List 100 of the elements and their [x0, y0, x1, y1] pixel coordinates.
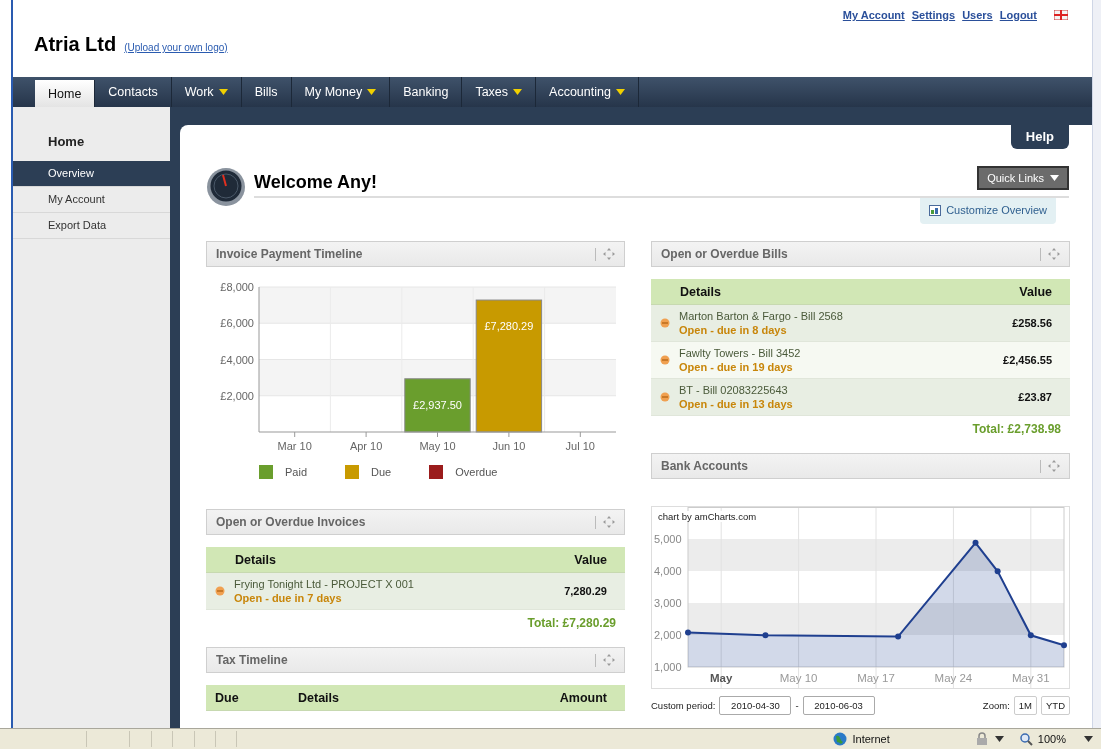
- welcome-heading: Welcome Any!: [254, 172, 378, 193]
- data-point[interactable]: [994, 568, 1001, 575]
- data-point[interactable]: [685, 629, 691, 636]
- globe-icon: [833, 732, 848, 746]
- axis-label: £2,000: [220, 389, 254, 402]
- range-separator: -: [795, 700, 799, 711]
- axis-label: 4,000: [654, 565, 682, 577]
- widget-title: Bank Accounts: [661, 459, 749, 473]
- column-header: Value: [1018, 284, 1052, 299]
- zoom-level[interactable]: 100%: [1037, 733, 1066, 745]
- zoom-label: Zoom:: [982, 700, 1010, 711]
- zoom-icon[interactable]: [1019, 732, 1033, 746]
- axis-label: 5,000: [654, 533, 682, 545]
- item-value: £258.56: [1012, 317, 1052, 329]
- item-status: Open - due in 13 days: [679, 398, 794, 410]
- caret-icon: [994, 736, 1004, 742]
- zone-label: Internet: [852, 733, 890, 745]
- data-point[interactable]: [972, 539, 979, 546]
- legend-label: Overdue: [455, 466, 498, 478]
- axis-label: 3,000: [654, 597, 682, 609]
- gauge-icon: [206, 166, 246, 208]
- nav-tab[interactable]: Home: [35, 80, 96, 107]
- status-dot-icon: [215, 586, 225, 596]
- bar[interactable]: [475, 299, 543, 433]
- axis-label: Apr 10: [349, 440, 383, 452]
- item-status: Open - due in 7 days: [234, 592, 343, 604]
- data-point[interactable]: [1061, 642, 1067, 649]
- item-status: Open - due in 8 days: [679, 324, 788, 336]
- axis-label: Mar 10: [277, 440, 312, 452]
- data-label: £7,280.29: [484, 320, 534, 332]
- widget-title: Invoice Payment Timeline: [216, 247, 364, 261]
- column-header: Value: [573, 552, 607, 567]
- widget-title: Tax Timeline: [216, 653, 289, 667]
- status-dot-icon: [660, 318, 670, 328]
- date-field[interactable]: 2010-06-03: [802, 696, 875, 715]
- column-header: Details: [298, 690, 340, 705]
- axis-label: May 31: [1011, 672, 1050, 684]
- total-amount: Total: £2,738.98: [971, 421, 1062, 438]
- data-label: £2,937.50: [413, 399, 462, 412]
- sidebar-title: Home: [47, 134, 86, 151]
- table-row[interactable]: Marton Barton & Fargo - Bill 2568 Open - due in 8 days £258.56: [651, 305, 1070, 342]
- column-header: Details: [235, 552, 277, 567]
- bar[interactable]: [404, 378, 471, 433]
- data-point[interactable]: [1027, 632, 1034, 639]
- date-field[interactable]: 2010-04-30: [719, 696, 792, 715]
- move-icon[interactable]: [1048, 248, 1060, 260]
- item-name: Frying Tonight Ltd - PROJECT X 001: [234, 578, 415, 590]
- account-link[interactable]: Users: [962, 9, 993, 21]
- item-value: £2,456.55: [1003, 354, 1052, 366]
- axis-label: May 24: [934, 672, 973, 684]
- axis-label: May 17: [857, 672, 895, 684]
- table-row[interactable]: BT - Bill 02083225643 Open - due in 13 days £23.87: [651, 379, 1070, 416]
- axis-label: Jul 10: [565, 440, 595, 452]
- quick-links-button[interactable]: Quick Links: [977, 166, 1069, 190]
- chart-credit: chart by amCharts.com: [658, 511, 757, 522]
- legend-label: Paid: [285, 466, 308, 478]
- item-name: Marton Barton & Fargo - Bill 2568: [679, 310, 844, 322]
- column-header: Amount: [558, 690, 607, 705]
- axis-label: Jun 10: [492, 440, 526, 452]
- column-header: Details: [680, 284, 722, 299]
- move-icon[interactable]: [1048, 460, 1060, 472]
- item-name: Fawlty Towers - Bill 3452: [679, 347, 802, 359]
- item-name: BT - Bill 02083225643: [679, 384, 789, 396]
- zoom-button[interactable]: YTD: [1041, 696, 1070, 715]
- caret-icon: [1083, 736, 1093, 742]
- move-icon[interactable]: [603, 516, 615, 528]
- status-dot-icon: [660, 392, 670, 402]
- company-name: Atria Ltd: [34, 33, 117, 56]
- axis-label: May: [710, 672, 733, 684]
- sidebar-item[interactable]: Overview: [13, 161, 170, 187]
- item-value: £23.87: [1018, 391, 1052, 403]
- axis-label: May 10: [779, 672, 818, 684]
- column-header: Due: [215, 690, 240, 705]
- widget-title: Open or Overdue Invoices: [216, 515, 367, 529]
- scrollbar[interactable]: [1092, 0, 1101, 728]
- data-point[interactable]: [762, 632, 769, 639]
- axis-label: May 10: [419, 440, 456, 452]
- chart-icon: [929, 204, 942, 216]
- period-label: Custom period:: [651, 700, 716, 711]
- account-link[interactable]: Settings: [911, 9, 956, 21]
- customize-overview-button[interactable]: Customize Overview: [920, 198, 1056, 224]
- data-point[interactable]: [895, 633, 902, 640]
- account-link[interactable]: My Account: [842, 9, 905, 21]
- axis-label: £6,000: [220, 317, 254, 330]
- axis-label: 1,000: [654, 661, 682, 673]
- axis-label: 2,000: [654, 629, 682, 641]
- account-link[interactable]: Logout: [999, 9, 1037, 21]
- zoom-button[interactable]: 1M: [1013, 696, 1037, 715]
- help-tab[interactable]: Help: [1010, 125, 1069, 149]
- move-icon[interactable]: [603, 654, 615, 666]
- move-icon[interactable]: [603, 248, 615, 260]
- upload-logo-link[interactable]: (Upload your own logo): [124, 42, 228, 53]
- table-row[interactable]: Frying Tonight Ltd - PROJECT X 001 Open - due in 7 days 7,280.29: [206, 573, 625, 610]
- widget-title: Open or Overdue Bills: [661, 247, 789, 261]
- item-value: 7,280.29: [564, 585, 607, 597]
- flag-icon[interactable]: [1054, 10, 1068, 20]
- legend-label: Due: [371, 466, 392, 478]
- item-status: Open - due in 19 days: [679, 361, 794, 373]
- total-amount: Total: £7,280.29: [526, 615, 617, 632]
- axis-label: £4,000: [220, 353, 254, 366]
